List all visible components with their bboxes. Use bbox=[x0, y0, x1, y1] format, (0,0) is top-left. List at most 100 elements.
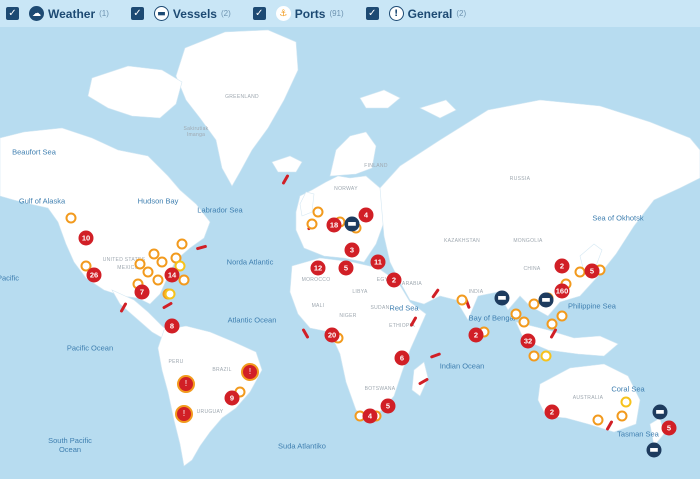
ocean-label: South Pacific Ocean bbox=[48, 436, 92, 454]
cluster-marker[interactable]: 4 bbox=[362, 408, 378, 424]
land-label: RUSSIA bbox=[509, 176, 531, 182]
filter-label: Weather bbox=[48, 6, 96, 21]
ocean-label: Atlantic Ocean bbox=[227, 315, 277, 325]
cluster-marker[interactable]: 3 bbox=[344, 242, 360, 258]
checkbox-icon[interactable]: ✓ bbox=[365, 7, 379, 20]
cluster-marker[interactable]: 8 bbox=[164, 318, 180, 334]
ocean-label: Philippine Sea bbox=[568, 301, 616, 311]
filter-count: (1) bbox=[99, 9, 109, 18]
land-label: MOROCCO bbox=[301, 277, 331, 283]
cluster-marker[interactable]: 9 bbox=[224, 390, 240, 406]
port-marker[interactable] bbox=[65, 212, 77, 224]
general-marker[interactable]: ! bbox=[241, 363, 259, 381]
cluster-marker[interactable]: 32 bbox=[520, 333, 536, 349]
land-label: LIBYA bbox=[352, 289, 368, 295]
filter-ports[interactable]: ✓ ⚓ Ports (91) bbox=[252, 6, 344, 21]
map-app: ✓ ☁ Weather (1) ✓ ▬ Vessels (2) ✓ ⚓ Port… bbox=[0, 0, 700, 479]
filter-vessels[interactable]: ✓ ▬ Vessels (2) bbox=[130, 6, 231, 21]
port-marker[interactable] bbox=[518, 316, 530, 328]
weather-marker[interactable] bbox=[164, 288, 176, 300]
cluster-marker[interactable]: 160 bbox=[554, 283, 570, 299]
cluster-marker[interactable]: 2 bbox=[554, 258, 570, 274]
land-label: NIGER bbox=[339, 313, 357, 319]
cluster-marker[interactable]: 5 bbox=[584, 263, 600, 279]
land-label: AUSTRALIA bbox=[572, 395, 604, 401]
ocean-label: Bay of Bengal bbox=[468, 313, 516, 323]
port-marker[interactable] bbox=[152, 274, 164, 286]
vessel-marker[interactable]: ▬ bbox=[652, 404, 668, 420]
ocean-label: Pacific Ocean bbox=[66, 343, 114, 353]
port-marker[interactable] bbox=[176, 238, 188, 250]
checkbox-icon[interactable]: ✓ bbox=[252, 7, 266, 20]
checkbox-icon[interactable]: ✓ bbox=[6, 7, 19, 20]
cluster-marker[interactable]: 7 bbox=[134, 284, 150, 300]
filter-label: Vessels bbox=[172, 6, 217, 21]
filter-label: Ports bbox=[294, 6, 326, 21]
port-marker[interactable] bbox=[312, 206, 324, 218]
cluster-marker[interactable]: 4 bbox=[358, 207, 374, 223]
cluster-marker[interactable]: 26 bbox=[86, 267, 102, 283]
land-label: INDIA bbox=[468, 289, 484, 295]
world-map[interactable] bbox=[0, 0, 700, 479]
land-label: BOTSWANA bbox=[364, 386, 396, 392]
vessel-marker[interactable]: ▬ bbox=[646, 442, 662, 458]
land-label: BRAZIL bbox=[212, 367, 232, 373]
land-label: MONGOLIA bbox=[513, 238, 543, 244]
general-marker[interactable]: ! bbox=[175, 405, 193, 423]
port-marker[interactable] bbox=[178, 274, 190, 286]
ocean-label: Hudson Bay bbox=[137, 196, 179, 206]
ocean-label: Beaufort Sea bbox=[12, 147, 56, 157]
filter-general[interactable]: ✓ ! General (2) bbox=[365, 6, 467, 21]
checkbox-icon[interactable]: ✓ bbox=[130, 7, 144, 20]
port-marker[interactable] bbox=[546, 318, 558, 330]
cluster-marker[interactable]: 12 bbox=[310, 260, 326, 276]
port-marker[interactable] bbox=[306, 218, 318, 230]
ocean-label: Gulf of Alaska bbox=[18, 196, 66, 206]
ocean-label: Suda Atlantiko bbox=[278, 441, 326, 451]
cluster-marker[interactable]: 5 bbox=[380, 398, 396, 414]
cluster-marker[interactable]: 6 bbox=[394, 350, 410, 366]
ocean-label: Norda Atlantic bbox=[226, 257, 274, 267]
land-label: Sakirutiak Imanga bbox=[183, 126, 209, 138]
land-label: ARABIA bbox=[401, 281, 423, 287]
land-label: SUDAN bbox=[370, 305, 390, 311]
ocean-label: Pacific bbox=[0, 273, 20, 283]
vessel-icon: ▬ bbox=[153, 6, 169, 21]
port-marker[interactable] bbox=[142, 266, 154, 278]
land-label: GREENLAND bbox=[225, 94, 259, 100]
ocean-label: Red Sea bbox=[389, 303, 419, 313]
vessel-marker[interactable]: ▬ bbox=[538, 292, 554, 308]
cluster-marker[interactable]: 10 bbox=[78, 230, 94, 246]
cluster-marker[interactable]: 2 bbox=[468, 327, 484, 343]
cluster-marker[interactable]: 14 bbox=[164, 267, 180, 283]
port-marker[interactable] bbox=[456, 294, 468, 306]
cluster-marker[interactable]: 20 bbox=[324, 327, 340, 343]
cluster-marker[interactable]: 5 bbox=[338, 260, 354, 276]
vessel-marker[interactable]: ▬ bbox=[344, 216, 360, 232]
port-marker[interactable] bbox=[156, 256, 168, 268]
cluster-marker[interactable]: 11 bbox=[370, 254, 386, 270]
cluster-marker[interactable]: 18 bbox=[326, 217, 342, 233]
ocean-label: Tasman Sea bbox=[617, 429, 659, 439]
land-label: FINLAND bbox=[364, 163, 388, 169]
cluster-marker[interactable]: 2 bbox=[544, 404, 560, 420]
port-marker[interactable] bbox=[556, 310, 568, 322]
general-marker[interactable]: ! bbox=[177, 375, 195, 393]
port-marker[interactable] bbox=[592, 414, 604, 426]
filter-weather[interactable]: ✓ ☁ Weather (1) bbox=[6, 6, 109, 21]
weather-marker[interactable] bbox=[620, 396, 632, 408]
ocean-label: Sea of Okhotsk bbox=[592, 213, 644, 223]
weather-icon: ☁ bbox=[29, 6, 44, 21]
land-label: MALI bbox=[311, 303, 325, 309]
port-marker[interactable] bbox=[616, 410, 628, 422]
ocean-label: Coral Sea bbox=[611, 384, 645, 394]
filter-count: (2) bbox=[220, 9, 231, 18]
port-marker[interactable] bbox=[528, 350, 540, 362]
filter-bar: ✓ ☁ Weather (1) ✓ ▬ Vessels (2) ✓ ⚓ Port… bbox=[0, 0, 700, 27]
cluster-marker[interactable]: 5 bbox=[661, 420, 677, 436]
filter-label: General bbox=[407, 6, 453, 21]
vessel-marker[interactable]: ▬ bbox=[494, 290, 510, 306]
weather-marker[interactable] bbox=[540, 350, 552, 362]
filter-count: (2) bbox=[456, 9, 467, 18]
cluster-marker[interactable]: 2 bbox=[386, 272, 402, 288]
